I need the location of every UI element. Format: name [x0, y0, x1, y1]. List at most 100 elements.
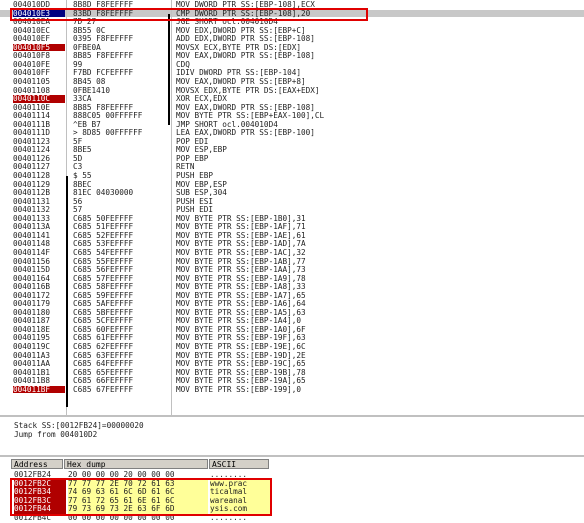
disasm-instruction: SUB ESP,304 [176, 188, 227, 198]
disasm-row[interactable]: 00401172 C685 59FEFFFF MOV BYTE PTR SS:[EB… [0, 290, 584, 300]
disasm-row[interactable]: 004010DD 8B8D F8FEFFFF MOV DWORD PTR SS:[E… [0, 1, 584, 9]
disasm-row[interactable]: 004010EF 0395 F8FEFFFF ADD EDX,DWORD PTR S… [0, 35, 584, 43]
disasm-row[interactable]: 00401127 C3 RETN [0, 163, 584, 171]
disasm-address: 004010DD [13, 0, 51, 9]
disasm-instruction: MOV BYTE PTR SS:[EBP-1A5],63 [176, 307, 306, 317]
disasm-row[interactable]: 00401132 57 PUSH EDI [0, 206, 584, 214]
disasm-row[interactable]: 0040115D C685 56FEFFFF MOV BYTE PTR SS:[EB… [0, 266, 584, 274]
dump-header-address[interactable]: Address [11, 459, 63, 469]
disasm-row[interactable]: 00401123 5F POP EDI [0, 138, 584, 146]
disasm-row[interactable]: 0040113A C685 51FEFFFF MOV BYTE PTR SS:[EB… [0, 223, 584, 231]
disasm-instruction: MOV BYTE PTR SS:[EBP-1A6],64 [176, 299, 306, 309]
disasm-instruction: MOV BYTE PTR SS:[EBP-1AB],77 [176, 256, 306, 266]
disasm-instruction: PUSH EDI [176, 205, 214, 215]
disasm-instruction: PUSH ESI [176, 196, 214, 206]
disasm-hex: 8B85 F8FEFFFF [73, 102, 134, 112]
disasm-row[interactable]: 0040116B C685 58FEFFFF MOV BYTE PTR SS:[EB… [0, 283, 584, 291]
disasm-row[interactable]: 004011B8 C685 66FEFFFF MOV BYTE PTR SS:[EB… [0, 377, 584, 385]
disasm-hex: > 8D85 00FFFFFF [73, 128, 143, 138]
disasm-hex: 33CA [73, 94, 92, 104]
disasm-row[interactable]: 00401128 $ 55 PUSH EBP [0, 172, 584, 180]
disasm-row[interactable]: 0040110C 33CA XOR ECX,EDX [0, 95, 584, 103]
disasm-row[interactable]: 00401164 C685 57FEFFFF MOV BYTE PTR SS:[EB… [0, 273, 584, 283]
disasm-address: 004010EA [13, 17, 51, 27]
disasm-row[interactable]: 004010F5 0FBE0A MOVSX ECX,BYTE PTR DS:[EDX… [0, 44, 584, 52]
disasm-row[interactable]: 004011AA C685 64FEFFFF MOV BYTE PTR SS:[EB… [0, 360, 584, 368]
disasm-instruction: MOV BYTE PTR SS:[EBP-1A8],33 [176, 282, 306, 292]
disasm-row[interactable]: 004010FF F7BD FCFEFFFF IDIV DWORD PTR SS:[… [0, 69, 584, 77]
disasm-hex: C685 65FEFFFF [73, 367, 134, 377]
disasm-hex: C685 62FEFFFF [73, 342, 134, 351]
disasm-row[interactable]: 0040114F C685 54FEFFFF MOV BYTE PTR SS:[EB… [0, 249, 584, 257]
disasm-row[interactable]: 00401129 8BEC MOV EBP,ESP [0, 180, 584, 189]
disasm-address: 004011BF [13, 386, 65, 394]
dump-row[interactable]: 0012FB4C 00 00 00 00 00 00 00 00........ [0, 513, 584, 523]
disasm-hex: 8B85 F8FEFFFF [73, 51, 134, 61]
disasm-row[interactable]: 00401108 0FBE1410 MOVSX EDX,BYTE PTR DS:[E… [0, 85, 584, 95]
disasm-hex: F7BD FCFEFFFF [73, 68, 134, 78]
disasm-row[interactable]: 00401195 C685 61FEFFFF MOV BYTE PTR SS:[EB… [0, 334, 584, 342]
disasm-row[interactable]: 00401180 C685 5BFEFFFF MOV BYTE PTR SS:[EB… [0, 309, 584, 317]
disasm-address: 00401148 [13, 239, 51, 249]
disasm-address: 00401164 [13, 273, 51, 283]
disasm-row[interactable]: 0040111D > 8D85 00FFFFFF LEA EAX,DWORD PTR… [0, 129, 584, 137]
disasm-row[interactable]: 00401187 C685 5CFEFFFF MOV BYTE PTR SS:[EB… [0, 317, 584, 325]
disasm-instruction: IDIV DWORD PTR SS:[EBP-104] [176, 68, 301, 78]
disasm-row[interactable]: 00401124 8BE5 MOV ESP,EBP [0, 146, 584, 154]
disasm-address: 00401114 [13, 111, 51, 121]
disasm-row[interactable]: 00401141 C685 52FEFFFF MOV BYTE PTR SS:[EB… [0, 232, 584, 240]
dump-hex: 00 00 00 00 00 00 00 00 [68, 513, 175, 522]
disasm-instruction: MOV BYTE PTR SS:[EBP-19A],65 [176, 376, 306, 386]
disasm-hex: 5D [73, 153, 83, 163]
disasm-address: 004011B1 [13, 367, 51, 377]
disasm-address: 00401180 [13, 307, 51, 317]
disasm-address: 004010F8 [13, 51, 51, 61]
disasm-instruction: MOV BYTE PTR SS:[EBP-199],0 [176, 384, 301, 394]
disasm-row[interactable]: 004010EA 7D 27 JGE SHORT ocl.004010D4 [0, 18, 584, 26]
disasm-row[interactable]: 00401105 8B45 08 MOV EAX,DWORD PTR SS:[EBP… [0, 78, 584, 86]
disasm-instruction: MOV BYTE PTR SS:[EBP-19E],6C [176, 342, 306, 351]
disasm-row[interactable]: 00401131 56 PUSH ESI [0, 196, 584, 206]
dump-header-ascii[interactable]: ASCII [209, 459, 269, 469]
disasm-instruction: MOV EDX,DWORD PTR SS:[EBP+C] [176, 25, 306, 35]
hex-dump-pane[interactable]: Address Hex dump ASCII 0012FB24 20 00 00 … [0, 455, 584, 523]
disasm-row[interactable]: 004010EC 8B55 0C MOV EDX,DWORD PTR SS:[EBP… [0, 25, 584, 35]
disasm-instruction: MOV BYTE PTR SS:[EBP-1A4],0 [176, 316, 301, 326]
disasm-row[interactable]: 00401179 C685 5AFEFFFF MOV BYTE PTR SS:[EB… [0, 300, 584, 308]
disasm-row[interactable]: 004010FE 99 CDQ [0, 61, 584, 69]
disasm-hex: C685 67FEFFFF [73, 384, 134, 394]
disasm-row[interactable]: 004010F8 8B85 F8FEFFFF MOV EAX,DWORD PTR S… [0, 52, 584, 60]
disasm-instruction: MOV BYTE PTR SS:[EBP-19C],65 [176, 359, 306, 369]
disasm-address: 00401156 [13, 256, 51, 266]
disasm-instruction: MOV EAX,DWORD PTR SS:[EBP-108] [176, 51, 315, 61]
disasm-row[interactable]: 00401126 5D POP EBP [0, 155, 584, 163]
disasm-row[interactable]: 004011A3 C685 63FEFFFF MOV BYTE PTR SS:[EB… [0, 351, 584, 360]
disasm-hex: 0FBE1410 [73, 85, 111, 95]
disasm-hex: C685 60FEFFFF [73, 324, 134, 334]
info-stack-line: Stack SS:[0012FB24]=00000020 [14, 421, 144, 430]
cpu-disassembly-pane[interactable]: 004010DD 8B8D F8FEFFFF MOV DWORD PTR SS:[E… [0, 0, 584, 415]
disasm-instruction: MOV BYTE PTR SS:[EBP-1A7],65 [176, 290, 306, 300]
disasm-address: 00401132 [13, 205, 51, 215]
disasm-instruction: MOV BYTE PTR SS:[EBP-19B],78 [176, 367, 306, 377]
disasm-row[interactable]: 00401148 C685 53FEFFFF MOV BYTE PTR SS:[EB… [0, 240, 584, 248]
disasm-hex: C685 64FEFFFF [73, 359, 134, 369]
disasm-row[interactable]: 00401114 888C05 00FFFFFF MOV BYTE PTR SS:[… [0, 112, 584, 120]
dump-header-hex[interactable]: Hex dump [64, 459, 208, 469]
disasm-row[interactable]: 0040118E C685 60FEFFFF MOV BYTE PTR SS:[EB… [0, 326, 584, 334]
disasm-row[interactable]: 0040112B 81EC 04030000 SUB ESP,304 [0, 189, 584, 197]
disasm-row[interactable]: 00401133 C685 50FEFFFF MOV BYTE PTR SS:[EB… [0, 215, 584, 223]
disasm-row[interactable]: 0040110E 8B85 F8FEFFFF MOV EAX,DWORD PTR S… [0, 102, 584, 112]
column-separator [171, 0, 172, 415]
disasm-row[interactable]: 0040111B ^EB B7 JMP SHORT ocl.004010D4 [0, 120, 584, 129]
disasm-hex: C685 51FEFFFF [73, 222, 134, 232]
disasm-address: 004010EF [13, 34, 51, 44]
disasm-row[interactable]: 004011B1 C685 65FEFFFF MOV BYTE PTR SS:[EB… [0, 367, 584, 377]
disasm-hex: C685 66FEFFFF [73, 376, 134, 386]
disasm-row[interactable]: 004011BF C685 67FEFFFF MOV BYTE PTR SS:[EB… [0, 386, 584, 394]
disasm-row[interactable]: 00401156 C685 55FEFFFF MOV BYTE PTR SS:[EB… [0, 256, 584, 266]
disasm-instruction: ADD EDX,DWORD PTR SS:[EBP-108] [176, 34, 315, 44]
disasm-row[interactable]: 004010E3 83BD F8FEFFFF CMP DWORD PTR SS:[E… [0, 9, 584, 18]
disasm-address: 0040116B [13, 282, 51, 292]
disasm-row[interactable]: 0040119C C685 62FEFFFF MOV BYTE PTR SS:[EB… [0, 343, 584, 351]
